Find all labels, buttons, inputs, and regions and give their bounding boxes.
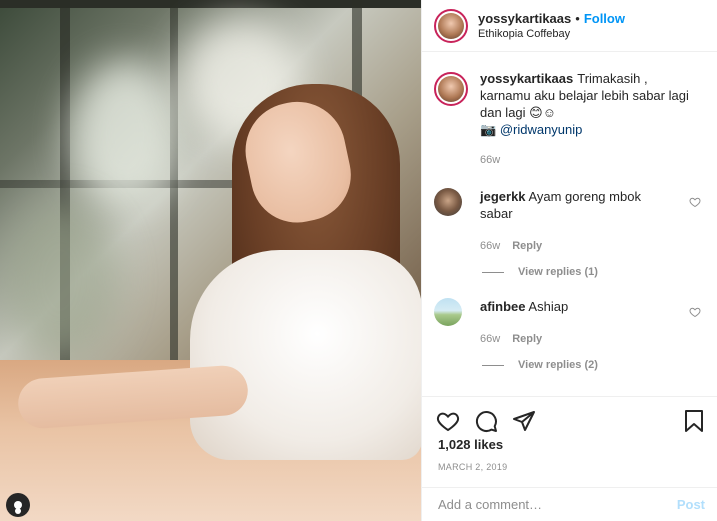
location-link[interactable]: Ethikopia Coffebay: [478, 28, 625, 40]
caption-username[interactable]: yossykartikaas: [480, 71, 573, 86]
caption-time[interactable]: 66w: [480, 152, 690, 169]
post-header: yossykartikaas • Follow Ethikopia Coffeb…: [422, 0, 717, 52]
caption-avatar[interactable]: [434, 72, 468, 106]
commenter-username[interactable]: jegerkk: [480, 189, 526, 204]
follow-button[interactable]: Follow: [584, 11, 625, 26]
plant-blur: [0, 200, 120, 360]
post-photo[interactable]: [0, 0, 421, 521]
reply-button[interactable]: Reply: [512, 238, 542, 255]
window-light: [70, 60, 180, 210]
comment-icon[interactable]: [474, 409, 498, 433]
bookmark-icon[interactable]: [683, 409, 705, 433]
view-replies-2[interactable]: View replies (2): [482, 359, 598, 371]
post-comment-button[interactable]: Post: [677, 497, 705, 512]
separator-dot: •: [575, 11, 580, 26]
view-replies-label[interactable]: View replies (1): [518, 266, 598, 278]
like-comment-heart-icon[interactable]: [689, 196, 701, 208]
comment-time[interactable]: 66w: [480, 331, 500, 348]
likes-count[interactable]: 1,028 likes: [422, 437, 717, 452]
comment-composer: Post: [422, 487, 717, 521]
view-replies-1[interactable]: View replies (1): [482, 266, 598, 278]
camera-emoji: 📷: [480, 122, 497, 137]
heart-icon[interactable]: [436, 409, 460, 433]
replies-line: [482, 271, 504, 273]
comment-item: afinbee Ashiap 66w Reply: [434, 298, 705, 348]
like-comment-heart-icon[interactable]: [689, 306, 701, 318]
commenter-avatar[interactable]: [434, 298, 462, 326]
person-blouse: [190, 250, 421, 460]
mention-link[interactable]: @ridwanyunip: [500, 122, 583, 137]
user-tags-icon[interactable]: [6, 493, 30, 517]
comment-time[interactable]: 66w: [480, 238, 500, 255]
comment-input[interactable]: [438, 497, 677, 512]
commenter-avatar[interactable]: [434, 188, 462, 216]
post-date[interactable]: MARCH 2, 2019: [422, 462, 717, 472]
commenter-username[interactable]: afinbee: [480, 299, 526, 314]
replies-line: [482, 364, 504, 366]
reply-button[interactable]: Reply: [512, 331, 542, 348]
author-avatar[interactable]: [434, 8, 468, 43]
post-actions: 1,028 likes MARCH 2, 2019 Post: [422, 396, 717, 521]
author-username[interactable]: yossykartikaas: [478, 11, 571, 26]
comment-text: Ashiap: [528, 299, 569, 314]
caption: yossykartikaas Trimakasih , karnamu aku b…: [434, 70, 705, 169]
share-icon[interactable]: [512, 409, 536, 433]
view-replies-label[interactable]: View replies (2): [518, 359, 598, 371]
comment-item: jegerkk Ayam goreng mbok sabar 66w Reply: [434, 188, 705, 255]
post-side-panel: yossykartikaas • Follow Ethikopia Coffeb…: [421, 0, 717, 521]
